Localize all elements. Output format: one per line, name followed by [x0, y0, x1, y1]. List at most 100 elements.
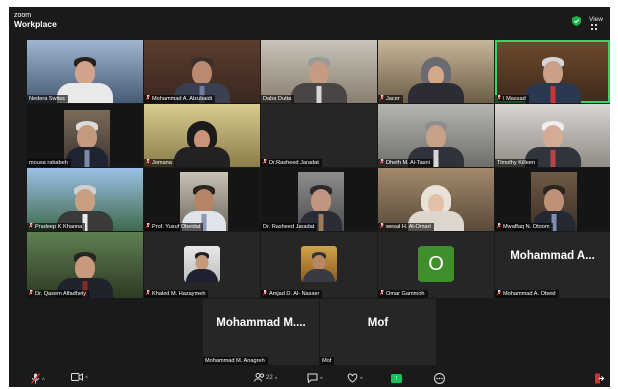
video-tile[interactable]: Dr. Rasheed Jaradat: [261, 168, 377, 231]
view-button[interactable]: View: [589, 16, 610, 31]
participant-tile-photo[interactable]: Khaled M. Hazaymeh: [144, 232, 260, 298]
view-label: View: [589, 16, 603, 23]
share-arrow-icon: ↑: [391, 374, 402, 383]
participant-name-label: Mof: [320, 357, 335, 365]
participant-tile-name[interactable]: Mohammad A... Mohammad A. Obeid: [495, 232, 610, 298]
participant-display-name: Mof: [367, 317, 389, 330]
muted-mic-icon: [146, 290, 150, 296]
participant-name-label: Jomana: [144, 159, 175, 167]
participant-name-label: Prof. Yusuf Obeidat: [144, 223, 204, 231]
chevron-up-icon[interactable]: ^: [320, 377, 323, 383]
chat-button[interactable]: ^: [307, 373, 323, 384]
react-button[interactable]: ^: [347, 373, 363, 384]
participant-name-label: mousa rababeh: [27, 159, 71, 167]
chevron-up-icon[interactable]: ^: [42, 378, 45, 384]
muted-mic-icon: [380, 159, 384, 165]
muted-mic-icon: [497, 95, 501, 101]
letter-avatar: O: [418, 246, 454, 282]
video-tile-active-speaker[interactable]: I Massad: [495, 40, 610, 103]
muted-mic-icon: [497, 223, 501, 229]
more-icon: [434, 373, 445, 384]
muted-mic-icon: [29, 223, 33, 229]
leave-button[interactable]: [594, 373, 605, 384]
muted-mic-icon: [263, 290, 267, 296]
video-tile[interactable]: Pradeep K Khanna: [27, 168, 143, 231]
participant-video: [64, 110, 110, 167]
chat-icon: [307, 373, 318, 384]
participant-name-label: Amjad D. Al- Nasser: [261, 290, 323, 298]
participant-tile-name[interactable]: Mof Mof: [320, 299, 436, 365]
participant-name-label: Daba Dutta: [261, 95, 295, 103]
shield-icon[interactable]: [572, 16, 581, 26]
chevron-up-icon[interactable]: ^: [85, 376, 88, 382]
muted-mic-icon: [146, 223, 150, 229]
participant-tile-name[interactable]: Mohammad M.... Mohammad M. Anagreh: [203, 299, 319, 365]
video-tile[interactable]: Daba Dutta: [261, 40, 377, 103]
participant-name-label: Mohammad A. Obeid: [495, 290, 559, 298]
participant-name-label: Pradeep K Khanna: [27, 223, 86, 231]
video-tile[interactable]: Prof. Yusuf Obeidat: [144, 168, 260, 231]
exit-icon: [595, 373, 605, 384]
video-tile[interactable]: Jacer: [378, 40, 494, 103]
more-button[interactable]: [434, 373, 445, 384]
video-tile[interactable]: wesal H. Al-Omari: [378, 168, 494, 231]
video-camera-icon: [71, 373, 83, 381]
brand-line1: zoom: [14, 12, 32, 19]
participant-video: [405, 55, 467, 103]
participant-name-label: Dheth M. Al-Tasni: [378, 159, 433, 167]
video-tile[interactable]: Dr. Qasem Alfadhely: [27, 232, 143, 298]
share-screen-button[interactable]: ↑: [391, 373, 402, 384]
video-button[interactable]: ^: [71, 373, 88, 384]
participant-video: [171, 119, 233, 167]
participants-button[interactable]: 22 ^: [254, 373, 278, 384]
participant-name-label: wesal H. Al-Omari: [378, 223, 434, 231]
participant-name-label: Mohammad A. Alzubaidi: [144, 95, 216, 103]
muted-mic-icon: [380, 223, 384, 229]
participant-video: [522, 55, 584, 103]
video-tile[interactable]: Dr.Rasheed Jaradat: [261, 104, 377, 167]
participant-avatar: [301, 246, 337, 282]
meeting-toolbar: ^ ^ 22 ^ ^ ^ ↑: [9, 370, 610, 387]
chevron-up-icon[interactable]: ^: [360, 377, 363, 383]
muted-mic-icon: [497, 290, 501, 296]
participant-name-label: Timothy Killeen: [495, 159, 539, 167]
muted-mic-icon: [263, 159, 267, 165]
muted-mic-icon: [31, 373, 40, 384]
participant-name-label: Dr. Qasem Alfadhely: [27, 290, 89, 298]
video-tile[interactable]: Mwaffaq N. Otoom: [495, 168, 610, 231]
participant-tile-photo[interactable]: Amjad D. Al- Nasser: [261, 232, 377, 298]
muted-mic-icon: [380, 290, 384, 296]
participant-name-label: Khaled M. Hazaymeh: [144, 290, 209, 298]
participants-count: 22: [266, 375, 273, 381]
zoom-meeting-window: zoom Workplace View Nedera Swiiss Mohamm…: [9, 7, 610, 387]
top-bar: zoom Workplace View: [9, 7, 610, 33]
participant-name-label: Jacer: [378, 95, 403, 103]
video-tile[interactable]: Timothy Killeen: [495, 104, 610, 167]
participant-name-label: Dr.Rasheed Jaradat: [261, 159, 322, 167]
muted-mic-icon: [146, 159, 150, 165]
chevron-up-icon[interactable]: ^: [275, 377, 278, 383]
video-tile[interactable]: Mohammad A. Alzubaidi: [144, 40, 260, 103]
video-tile[interactable]: mousa rababeh: [27, 104, 143, 167]
brand-line2: Workplace: [14, 19, 57, 29]
participant-display-name: Mohammad M....: [216, 317, 306, 330]
participant-name-label: Mwaffaq N. Otoom: [495, 223, 553, 231]
participant-video: [288, 55, 350, 103]
zoom-workplace-logo: zoom Workplace: [14, 12, 57, 29]
participant-display-name: Mohammad A...: [510, 250, 595, 263]
participants-icon: [254, 373, 265, 382]
muted-mic-icon: [29, 290, 33, 296]
muted-mic-icon: [146, 95, 150, 101]
participant-avatar: [184, 246, 220, 282]
heart-icon: [347, 373, 358, 383]
video-tile[interactable]: Dheth M. Al-Tasni: [378, 104, 494, 167]
muted-mic-icon: [380, 95, 384, 101]
participant-name-label: I Massad: [495, 95, 529, 103]
participant-name-label: Nedera Swiiss: [27, 95, 68, 103]
video-tile[interactable]: Jomana: [144, 104, 260, 167]
participant-tile-letter[interactable]: O Omar Gammoh: [378, 232, 494, 298]
video-tile[interactable]: Nedera Swiiss: [27, 40, 143, 103]
mute-button[interactable]: ^: [31, 373, 45, 384]
participant-name-label: Mohammad M. Anagreh: [203, 357, 268, 365]
grid-icon: [591, 23, 597, 30]
